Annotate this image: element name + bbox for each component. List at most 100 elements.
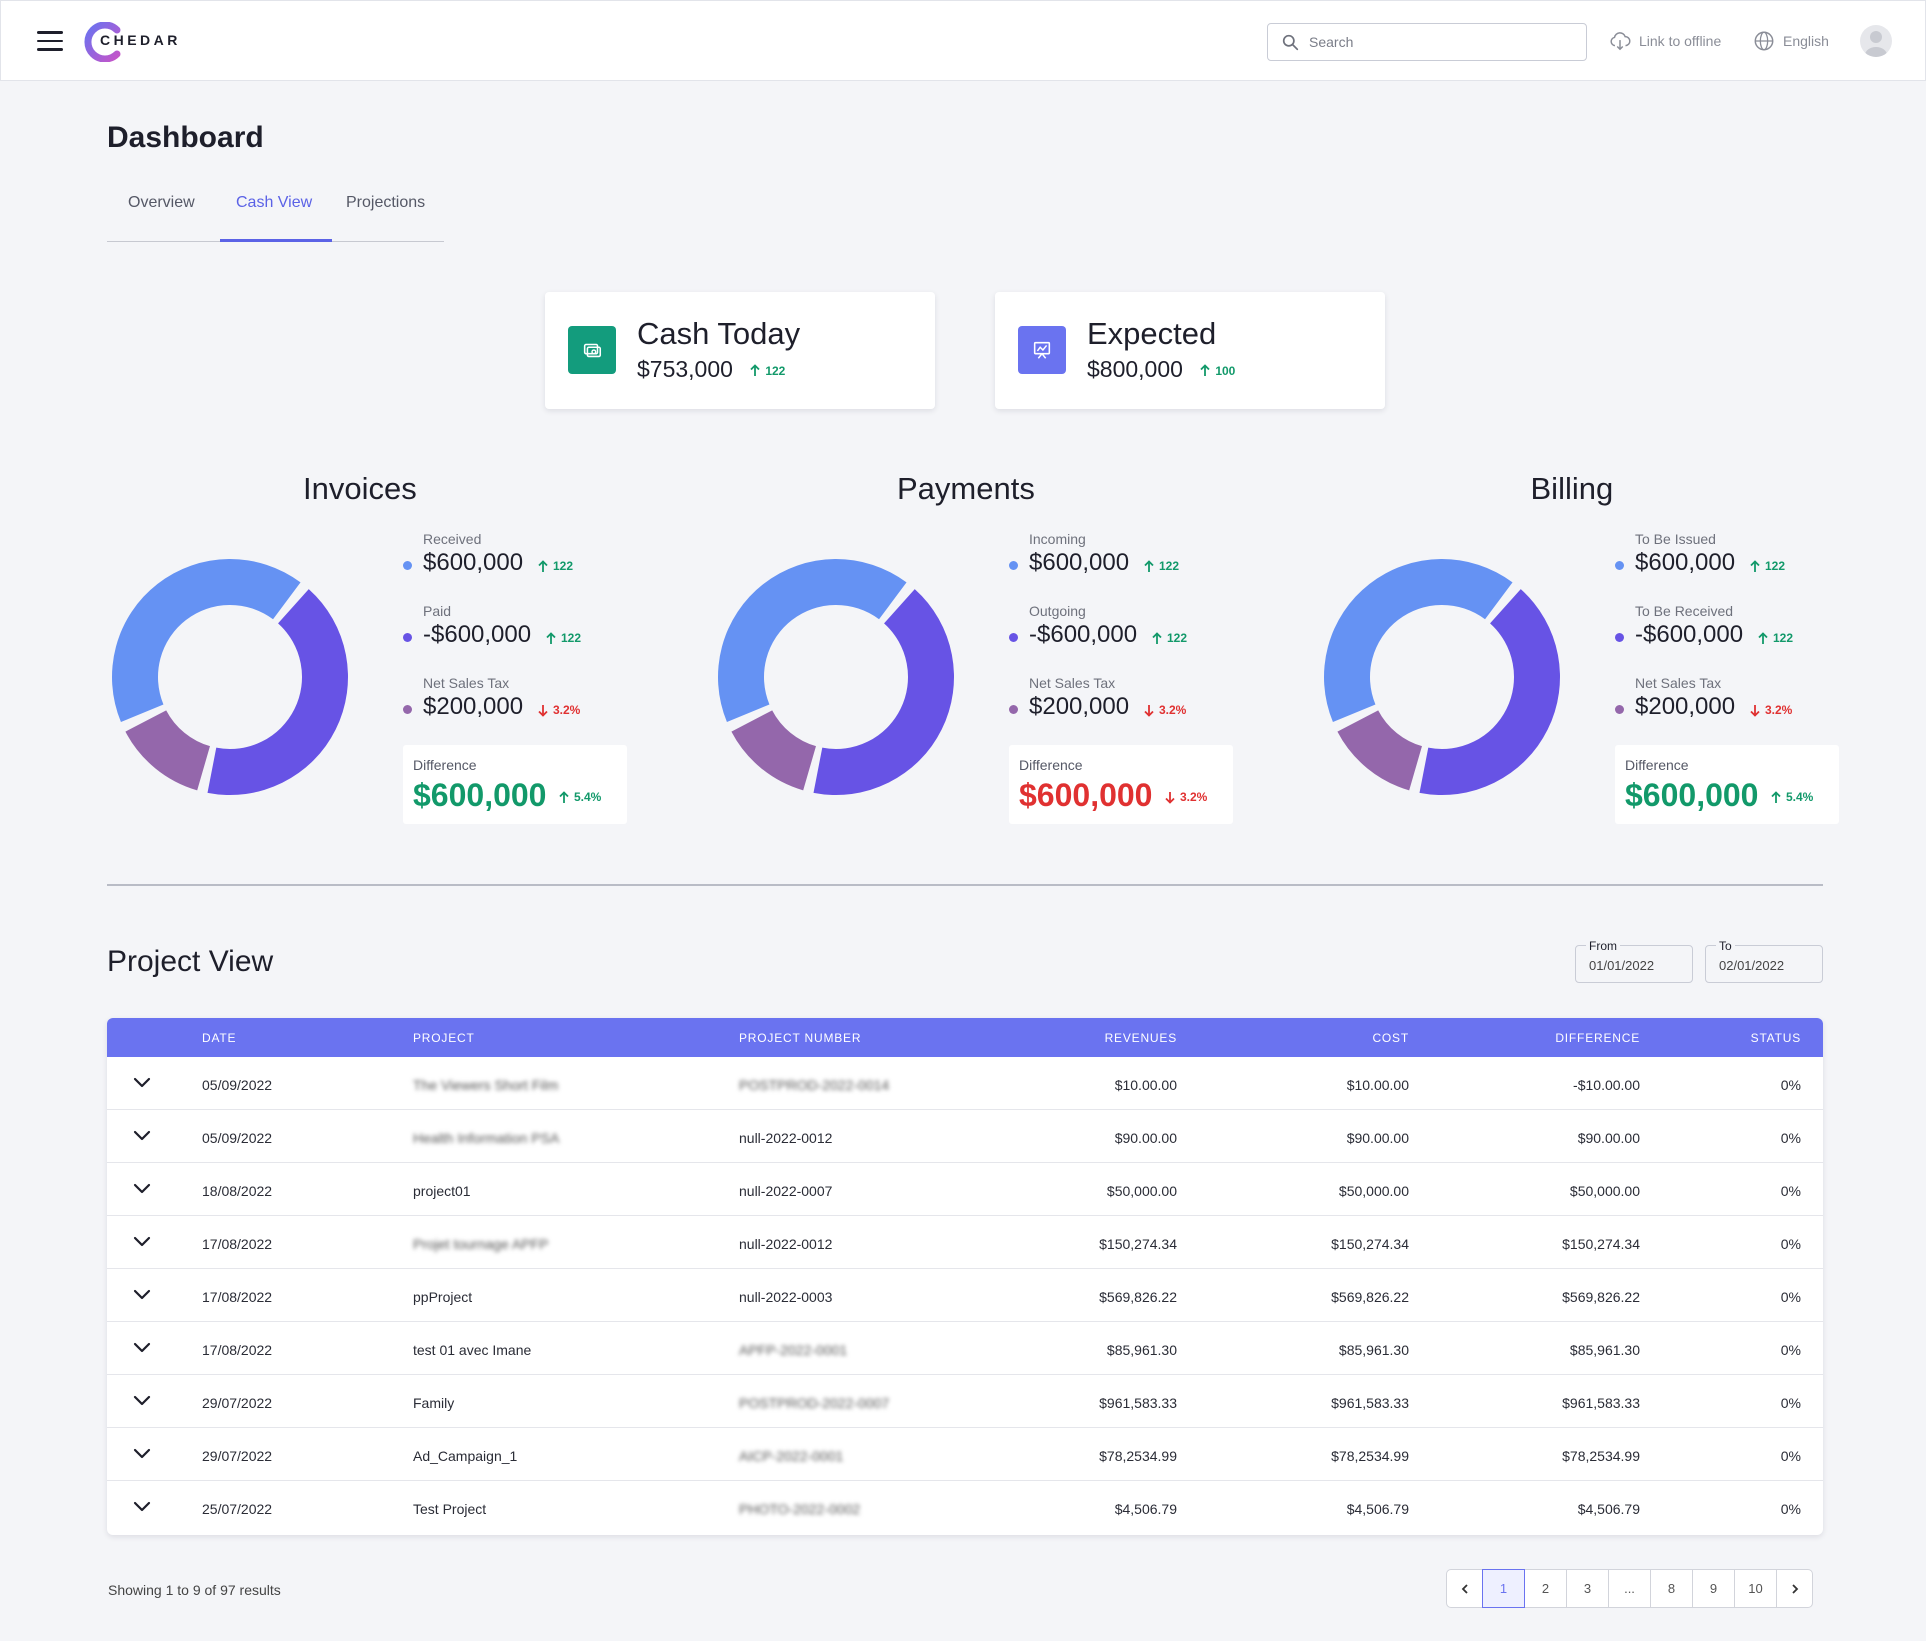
chevron-down-icon[interactable]	[133, 1340, 151, 1354]
top-bar: CHEDAR Link to offline English	[0, 0, 1926, 81]
cell-difference: $90.00.00	[1577, 1130, 1640, 1146]
page-button[interactable]: 9	[1692, 1569, 1735, 1608]
active-tab-indicator	[220, 239, 332, 242]
column-header-status[interactable]: STATUS	[1751, 1031, 1801, 1045]
cell-difference: $85,961.30	[1569, 1342, 1640, 1358]
search-box[interactable]	[1267, 23, 1587, 61]
payments-segment-incoming[interactable]	[718, 559, 907, 723]
search-input[interactable]	[1309, 34, 1569, 50]
tab-bar: Overview Cash View Projections	[107, 190, 444, 242]
table-row[interactable]: 18/08/2022 project01 null-2022-0007 $50,000…	[107, 1163, 1823, 1216]
to-date-value: 02/01/2022	[1719, 958, 1785, 973]
search-icon	[1282, 34, 1299, 50]
tab-cash-view[interactable]: Cash View	[236, 194, 312, 212]
page-button[interactable]: ...	[1608, 1569, 1651, 1608]
arrow-up-icon	[538, 559, 548, 572]
page-button[interactable]: 1	[1482, 1569, 1525, 1608]
legend-delta: 122	[1151, 631, 1187, 645]
table-row[interactable]: 25/07/2022 Test Project PHOTO-2022-0002 $4,…	[107, 1481, 1823, 1534]
page-button[interactable]: 10	[1734, 1569, 1777, 1608]
billing-segment-to-be-received[interactable]	[1419, 589, 1560, 795]
page-button[interactable]: 2	[1524, 1569, 1567, 1608]
payments-segment-outgoing[interactable]	[813, 589, 955, 795]
table-row[interactable]: 17/08/2022 test 01 avec Imane APFP-2022-00…	[107, 1322, 1823, 1375]
table-row[interactable]: 17/08/2022 Projet tournage APFP null-2022-…	[107, 1216, 1823, 1269]
table-row[interactable]: 29/07/2022 Ad_Campaign_1 AICP-2022-0001 $78…	[107, 1428, 1823, 1481]
arrow-down-icon	[1165, 791, 1175, 804]
difference-value: $600,000	[1019, 777, 1153, 813]
chevron-down-icon[interactable]	[133, 1499, 151, 1513]
to-date-field[interactable]: To 02/01/2022	[1705, 939, 1823, 983]
page-button[interactable]: 8	[1650, 1569, 1693, 1608]
chevron-down-icon[interactable]	[133, 1075, 151, 1089]
chevron-down-icon[interactable]	[133, 1446, 151, 1460]
cell-status: 0%	[1780, 1395, 1801, 1411]
arrow-up-icon	[1144, 559, 1154, 572]
table-row[interactable]: 05/09/2022 The Viewers Short Film POSTPROD…	[107, 1057, 1823, 1110]
cell-project[interactable]: Test Project	[413, 1501, 486, 1517]
cell-project[interactable]: Ad_Campaign_1	[413, 1448, 517, 1464]
legend-dot	[1009, 561, 1018, 570]
invoices-segment-net-sales-tax[interactable]	[125, 710, 210, 791]
legend-delta: 122	[1757, 631, 1793, 645]
logo[interactable]: CHEDAR	[83, 21, 177, 63]
avatar[interactable]	[1860, 25, 1892, 57]
column-header-revenues[interactable]: REVENUES	[1105, 1031, 1177, 1045]
column-header-project[interactable]: PROJECT	[413, 1031, 475, 1045]
column-header-difference[interactable]: DIFFERENCE	[1555, 1031, 1640, 1045]
cell-cost: $961,583.33	[1331, 1395, 1409, 1411]
legend-delta-value: 122	[1773, 631, 1794, 645]
tab-overview[interactable]: Overview	[128, 194, 195, 212]
table-row[interactable]: 05/09/2022 Health Information PSA null-202…	[107, 1110, 1823, 1163]
legend-delta: 122	[537, 559, 573, 573]
cell-cost: $10.00.00	[1346, 1077, 1409, 1093]
cell-project[interactable]: Family	[413, 1395, 454, 1411]
table-row[interactable]: 29/07/2022 Family POSTPROD-2022-0007 $961,5…	[107, 1375, 1823, 1428]
invoices-segment-received[interactable]	[111, 559, 301, 723]
link-offline-button[interactable]: Link to offline	[1609, 29, 1721, 53]
cell-status: 0%	[1780, 1448, 1801, 1464]
payments-segment-net-sales-tax[interactable]	[731, 710, 816, 791]
difference-value: $600,000	[1625, 777, 1759, 813]
tab-projections[interactable]: Projections	[346, 194, 425, 212]
cell-cost: $150,274.34	[1331, 1236, 1409, 1252]
language-selector[interactable]: English	[1753, 29, 1829, 53]
chevron-down-icon[interactable]	[133, 1393, 151, 1407]
invoices-segment-paid[interactable]	[207, 589, 349, 795]
cell-project[interactable]: Health Information PSA	[413, 1130, 559, 1146]
cell-project[interactable]: test 01 avec Imane	[413, 1342, 531, 1358]
cell-project[interactable]: ppProject	[413, 1289, 472, 1305]
menu-icon[interactable]	[37, 31, 63, 51]
cell-cost: $85,961.30	[1338, 1342, 1409, 1358]
cell-project[interactable]: Projet tournage APFP	[413, 1236, 548, 1252]
billing-segment-to-be-issued[interactable]	[1324, 559, 1513, 723]
legend-value: $200,000	[423, 693, 524, 720]
column-header-project-number[interactable]: PROJECT NUMBER	[739, 1031, 861, 1045]
chevron-down-icon[interactable]	[133, 1287, 151, 1301]
legend-delta-value: 122	[1765, 559, 1786, 573]
cell-project[interactable]: The Viewers Short Film	[413, 1077, 558, 1093]
column-header-cost[interactable]: COST	[1372, 1031, 1409, 1045]
next-page-button[interactable]	[1776, 1569, 1813, 1608]
from-date-field[interactable]: From 01/01/2022	[1575, 939, 1693, 983]
column-header-date[interactable]: DATE	[202, 1031, 236, 1045]
chevron-down-icon[interactable]	[133, 1234, 151, 1248]
cell-difference: $569,826.22	[1562, 1289, 1640, 1305]
cell-revenues: $50,000.00	[1106, 1183, 1177, 1199]
table-row[interactable]: 17/08/2022 ppProject null-2022-0003 $569,82…	[107, 1269, 1823, 1322]
legend-dot	[403, 633, 412, 642]
cell-project[interactable]: project01	[413, 1183, 471, 1199]
chevron-down-icon[interactable]	[133, 1128, 151, 1142]
cell-revenues: $78,2534.99	[1099, 1448, 1177, 1464]
cell-project-number: null-2022-0007	[739, 1183, 833, 1199]
chevron-left-icon	[1461, 1583, 1468, 1594]
billing-segment-net-sales-tax[interactable]	[1337, 710, 1422, 791]
cell-date: 29/07/2022	[202, 1395, 273, 1411]
legend-label: To Be Received	[1635, 603, 1734, 619]
legend-delta-value: 122	[553, 559, 574, 573]
cell-project-number: null-2022-0012	[739, 1236, 833, 1252]
page-button[interactable]: 3	[1566, 1569, 1609, 1608]
prev-page-button[interactable]	[1446, 1569, 1483, 1608]
chevron-down-icon[interactable]	[133, 1181, 151, 1195]
card-delta-value: 100	[1215, 363, 1236, 378]
